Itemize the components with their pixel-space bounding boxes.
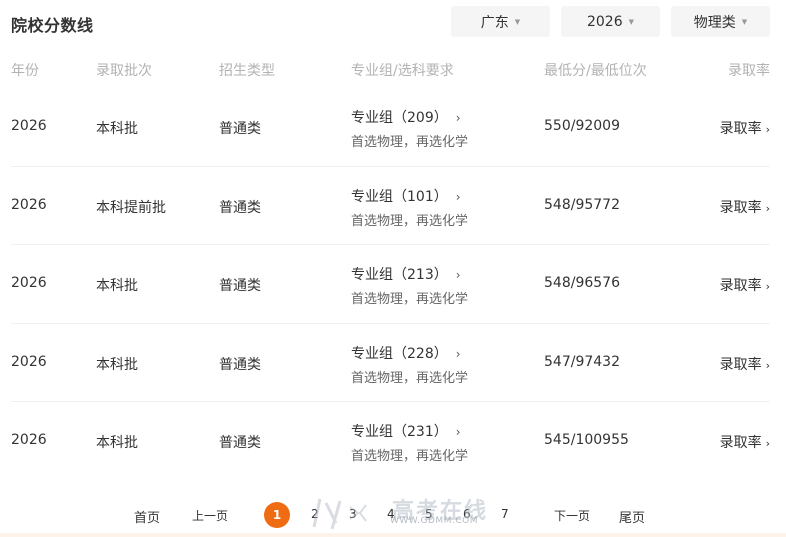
- chevron-right-icon: ›: [765, 280, 770, 293]
- row-batch: 本科提前批: [96, 199, 166, 216]
- province-dropdown[interactable]: 广东 ▼: [451, 6, 550, 37]
- min-score-rank: 548/95772: [544, 196, 620, 213]
- row-type: 普通类: [219, 199, 261, 216]
- major-group-link[interactable]: 专业组（231） ›: [351, 421, 461, 441]
- min-score-rank: 550/92009: [544, 118, 620, 134]
- column-header-score: 最低分/最低位次: [544, 63, 647, 79]
- subject-requirement: 首选物理，再选化学: [351, 370, 469, 386]
- row-type: 普通类: [219, 121, 261, 137]
- admission-rate-link[interactable]: 录取率 ›: [720, 275, 770, 295]
- min-score-rank: 545/100955: [544, 432, 629, 448]
- subject-requirement: 首选物理，再选化学: [351, 135, 469, 150]
- major-group-link[interactable]: 专业组（101） ›: [351, 186, 461, 206]
- prev-page-button[interactable]: 上一页: [192, 507, 228, 524]
- score-table-body: 2026 本科批 普通类 专业组（209） › 首选物理，再选化学 550/920…: [0, 88, 786, 480]
- row-batch: 本科批: [96, 278, 138, 294]
- chevron-right-icon: ›: [765, 123, 770, 136]
- min-score-rank: 548/96576: [544, 275, 620, 291]
- row-batch: 本科批: [96, 356, 138, 373]
- page-button-6[interactable]: 6: [463, 507, 471, 521]
- column-header-batch: 录取批次: [96, 63, 152, 79]
- page-button-7[interactable]: 7: [501, 507, 509, 521]
- year-dropdown-label: 2026: [586, 13, 623, 30]
- row-type: 普通类: [219, 278, 261, 294]
- subject-dropdown-label: 物理类: [693, 14, 736, 31]
- chevron-right-icon: ›: [455, 268, 461, 282]
- page-button-5[interactable]: 5: [425, 507, 433, 521]
- column-header-group: 专业组/选科要求: [351, 63, 454, 79]
- college-score-panel: 院校分数线 广东 ▼ 2026 ▼ 物理类 ▼ 年份 录取批次 招生类型 专业组…: [0, 0, 786, 537]
- major-group-label: 专业组（209）: [351, 110, 448, 126]
- chevron-right-icon: ›: [765, 358, 770, 372]
- column-header-year: 年份: [11, 63, 39, 79]
- admission-rate-label: 录取率: [719, 356, 762, 373]
- row-type: 普通类: [219, 356, 261, 373]
- major-group-label: 专业组（231）: [351, 424, 448, 440]
- table-row: 2026 本科批 普通类 专业组（231） › 首选物理，再选化学 545/100…: [11, 402, 770, 480]
- first-page-button[interactable]: 首页: [134, 507, 160, 526]
- chevron-right-icon: ›: [455, 346, 461, 361]
- major-group-link[interactable]: 专业组（209） ›: [351, 107, 461, 127]
- min-score-rank: 547/97432: [544, 353, 620, 370]
- pagination: 首页 上一页 1 2 3 4 5 6 7 下一页 尾页: [0, 500, 786, 530]
- table-row: 2026 本科批 普通类 专业组（209） › 首选物理，再选化学 550/920…: [11, 88, 770, 167]
- row-year: 2026: [11, 353, 47, 370]
- caret-down-icon: ▼: [741, 17, 748, 26]
- row-batch: 本科批: [96, 121, 138, 137]
- page-button-4[interactable]: 4: [387, 507, 395, 521]
- row-batch: 本科批: [96, 435, 138, 451]
- admission-rate-link[interactable]: 录取率 ›: [720, 118, 770, 138]
- chevron-right-icon: ›: [455, 111, 461, 125]
- table-row: 2026 本科提前批 普通类 专业组（101） › 首选物理，再选化学 548/9…: [11, 167, 770, 245]
- page-button-current[interactable]: 1: [264, 502, 290, 528]
- admission-rate-link[interactable]: 录取率 ›: [720, 354, 770, 374]
- bottom-strip: [0, 533, 786, 537]
- row-year: 2026: [11, 118, 47, 134]
- admission-rate-label: 录取率: [719, 121, 762, 137]
- table-header: 年份 录取批次 招生类型 专业组/选科要求 最低分/最低位次 录取率: [0, 58, 786, 82]
- major-group-link[interactable]: 专业组（228） ›: [351, 343, 461, 363]
- column-header-type: 招生类型: [219, 63, 275, 79]
- panel-header: 院校分数线 广东 ▼ 2026 ▼ 物理类 ▼: [0, 0, 786, 44]
- admission-rate-label: 录取率: [719, 278, 762, 294]
- admission-rate-label: 录取率: [719, 435, 762, 451]
- admission-rate-link[interactable]: 录取率 ›: [720, 197, 770, 217]
- admission-rate-label: 录取率: [719, 199, 762, 216]
- subject-requirement: 首选物理，再选化学: [351, 292, 469, 307]
- page-button-3[interactable]: 3: [349, 507, 357, 521]
- caret-down-icon: ▼: [628, 17, 635, 26]
- table-row: 2026 本科批 普通类 专业组（213） › 首选物理，再选化学 548/965…: [11, 245, 770, 324]
- chevron-right-icon: ›: [765, 201, 770, 215]
- page-button-2[interactable]: 2: [311, 507, 319, 521]
- table-row: 2026 本科批 普通类 专业组（228） › 首选物理，再选化学 547/974…: [11, 324, 770, 402]
- caret-down-icon: ▼: [514, 17, 521, 26]
- province-dropdown-label: 广东: [480, 14, 509, 31]
- next-page-button[interactable]: 下一页: [554, 507, 590, 524]
- chevron-right-icon: ›: [455, 425, 461, 439]
- row-type: 普通类: [219, 435, 261, 451]
- major-group-label: 专业组（101）: [351, 188, 448, 205]
- major-group-label: 专业组（213）: [351, 267, 448, 283]
- subject-requirement: 首选物理，再选化学: [351, 449, 469, 464]
- page-title: 院校分数线: [11, 16, 94, 35]
- row-year: 2026: [11, 275, 47, 291]
- subject-requirement: 首选物理，再选化学: [351, 213, 469, 229]
- row-year: 2026: [11, 432, 47, 448]
- column-header-rate: 录取率: [728, 63, 770, 79]
- year-dropdown[interactable]: 2026 ▼: [561, 6, 660, 37]
- chevron-right-icon: ›: [765, 437, 770, 450]
- last-page-button[interactable]: 尾页: [619, 507, 645, 526]
- row-year: 2026: [11, 196, 47, 213]
- chevron-right-icon: ›: [455, 189, 461, 204]
- admission-rate-link[interactable]: 录取率 ›: [720, 432, 770, 452]
- major-group-label: 专业组（228）: [351, 345, 448, 362]
- major-group-link[interactable]: 专业组（213） ›: [351, 264, 461, 284]
- subject-dropdown[interactable]: 物理类 ▼: [671, 6, 770, 37]
